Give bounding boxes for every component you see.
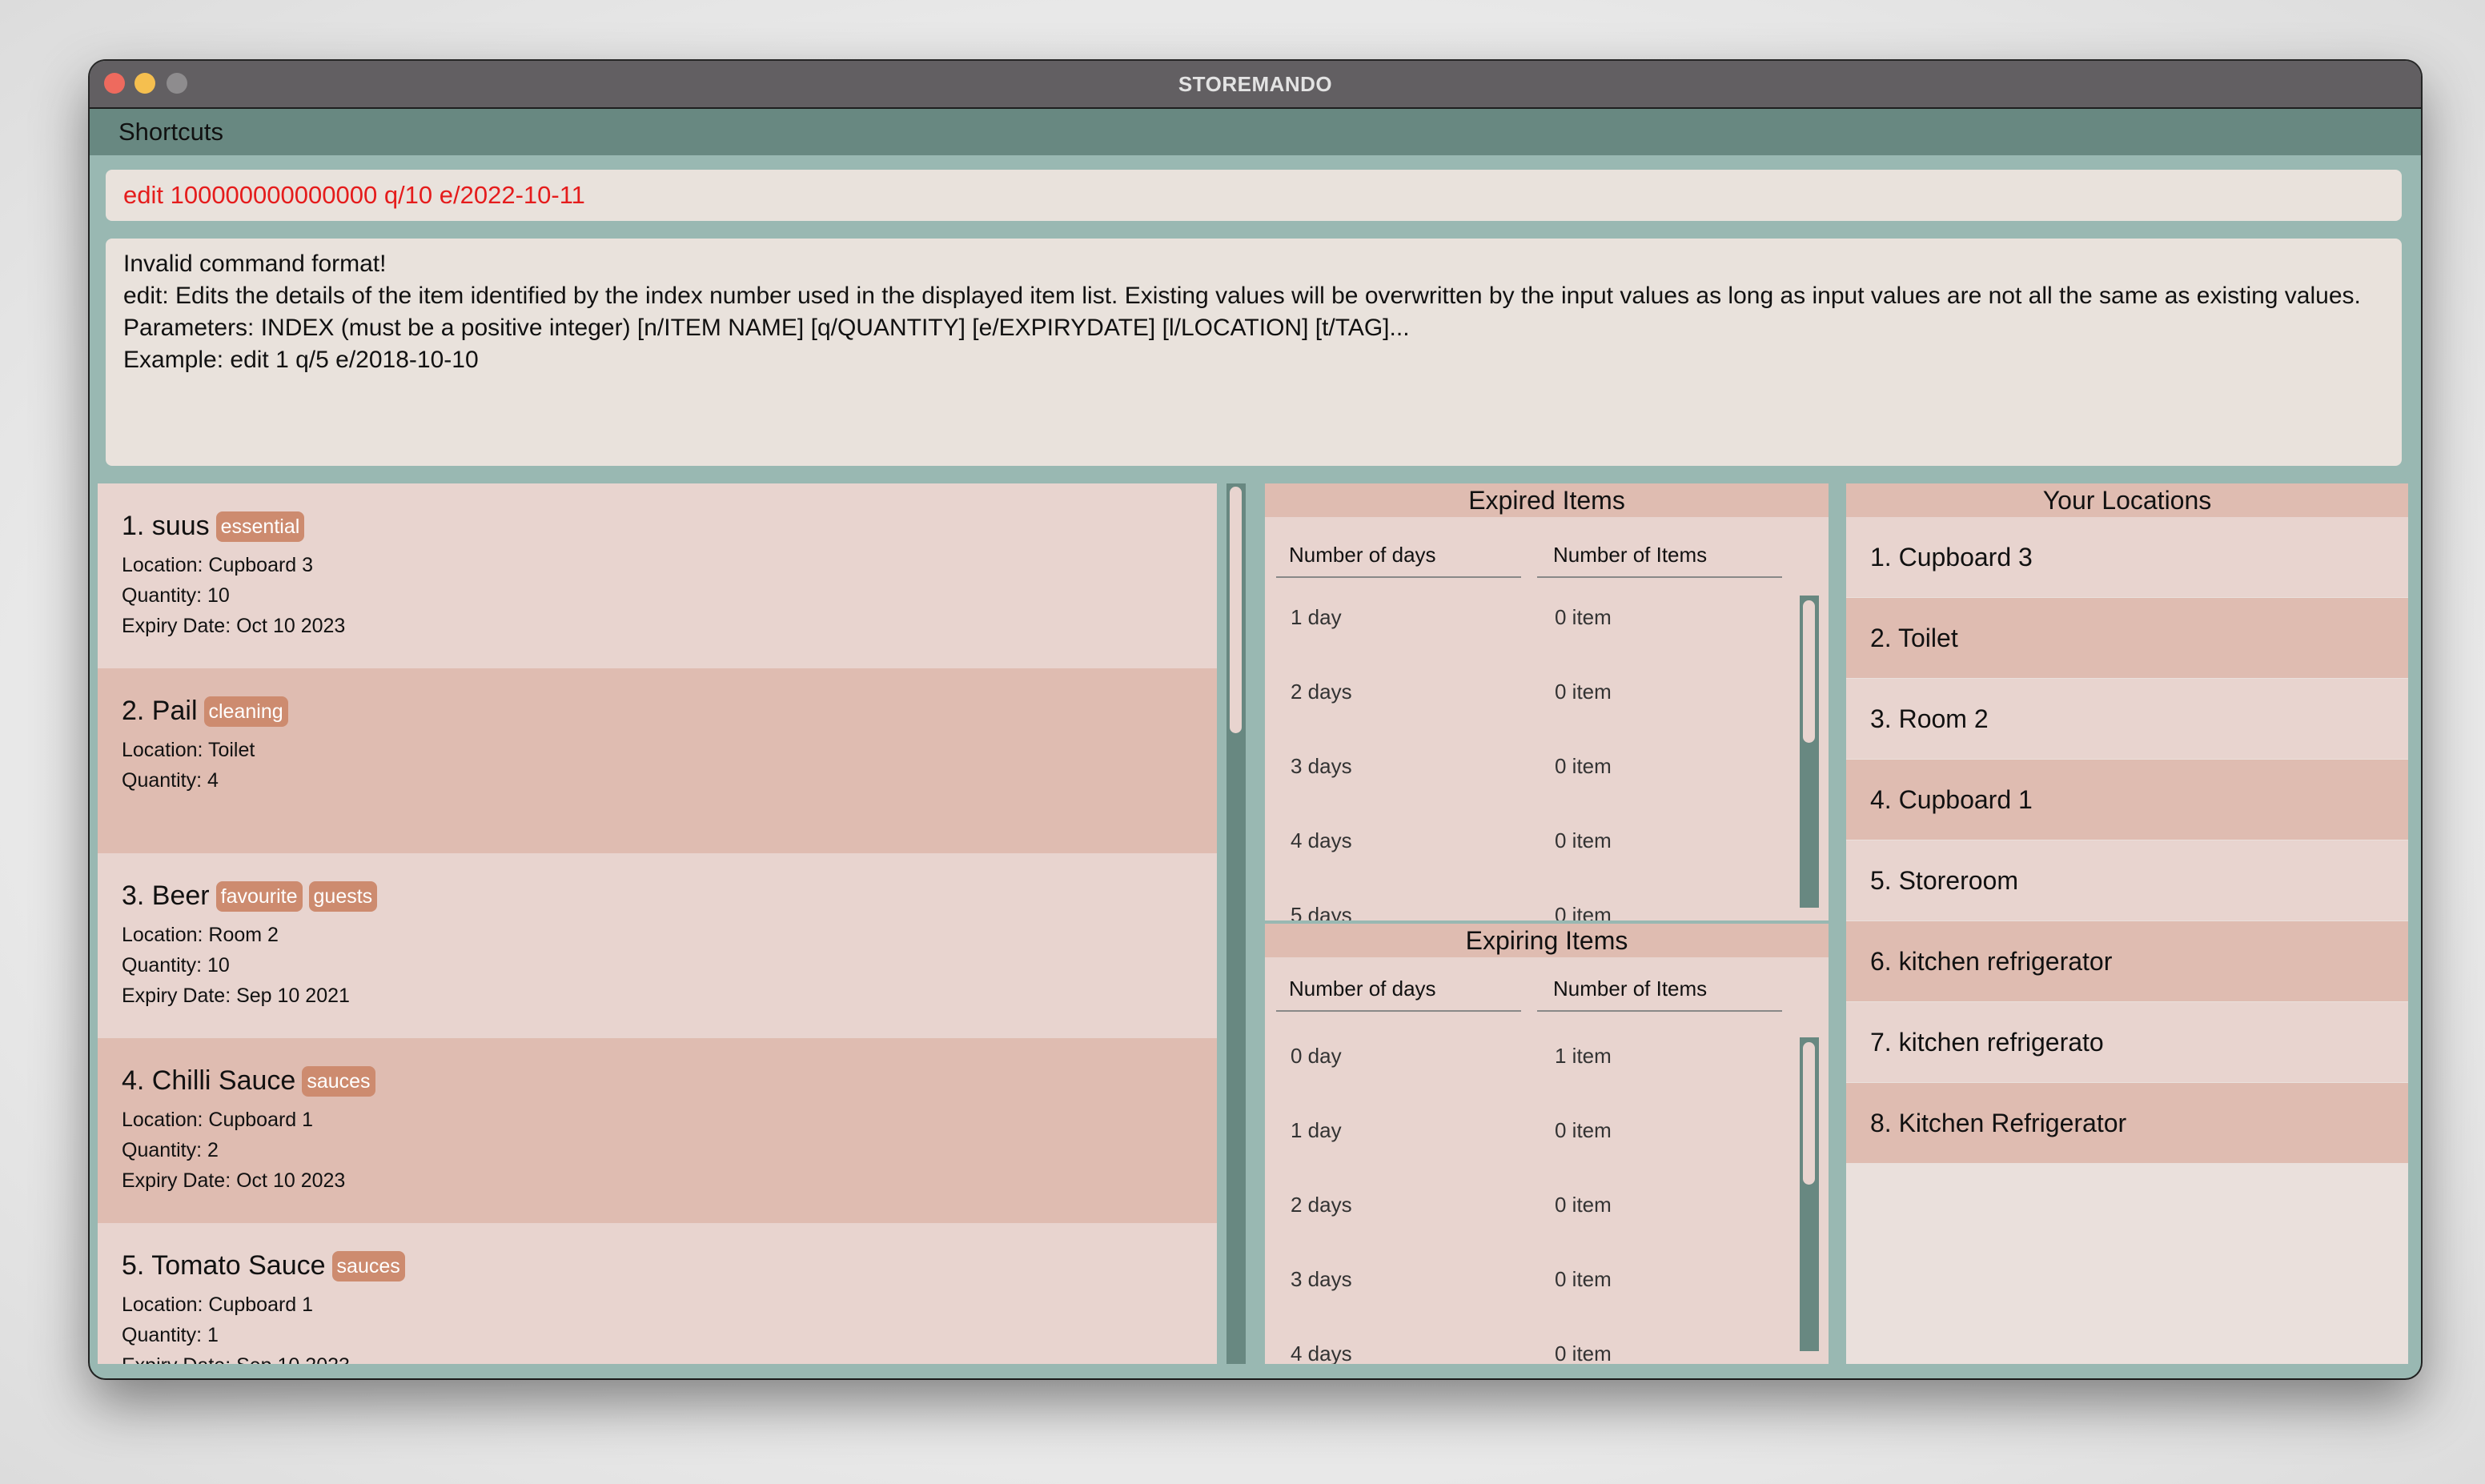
item-card[interactable]: 2. Pail cleaning Location: Toilet Quantity:… [98,668,1217,853]
item-title: 5. Tomato Sauce sauces [122,1250,405,1281]
expired-items-header: Expired Items [1265,483,1829,517]
days-cell: 4 days [1291,828,1352,852]
window-title: STOREMANDO [1178,72,1333,96]
item-tag: essential [215,511,305,542]
count-cell: 0 item [1555,680,1612,704]
count-cell: 0 item [1555,754,1612,778]
item-quantity: Quantity: 1 [122,1324,219,1346]
item-expiry: Expiry Date: Sep 10 2021 [122,985,350,1007]
item-title: 1. suus essential [122,511,305,542]
column-divider [1276,1010,1521,1012]
item-expiry: Expiry Date: Sep 10 2023 [122,1354,350,1364]
menu-shortcuts[interactable]: Shortcuts [118,109,223,155]
item-location: Location: Cupboard 3 [122,554,314,576]
item-name: 5. Tomato Sauce [122,1250,326,1281]
result-line: edit: Edits the details of the item iden… [123,283,2361,309]
expiry-panel: Expired Items Number of days Number of It… [1265,483,1829,1364]
days-cell: 5 days [1291,903,1352,920]
expired-scrollbar[interactable] [1800,596,1819,908]
result-line: Parameters: INDEX (must be a positive in… [123,315,1410,341]
item-tag: favourite [215,880,303,912]
item-location: Location: Room 2 [122,924,279,946]
location-item[interactable]: 6. kitchen refrigerator [1846,921,2408,1001]
result-text: Invalid command format! edit: Edits the d… [123,248,2386,376]
count-cell: 0 item [1555,1267,1612,1291]
days-cell: 3 days [1291,754,1352,778]
days-cell: 1 day [1291,1118,1342,1142]
location-item[interactable]: 4. Cupboard 1 [1846,760,2408,840]
count-cell: 0 item [1555,605,1612,629]
item-location: Location: Cupboard 1 [122,1109,314,1131]
item-tag: cleaning [203,696,288,727]
days-cell: 3 days [1291,1267,1352,1291]
count-cell: 1 item [1555,1044,1612,1068]
item-name: 1. suus [122,511,210,541]
result-display: Invalid command format! edit: Edits the d… [106,239,2402,466]
app-window: STOREMANDO Shortcuts Invalid command for… [90,61,2421,1378]
item-card[interactable]: 3. Beer favourite guests Location: Room 2 Qu… [98,853,1217,1038]
expiring-items-header: Expiring Items [1265,924,1829,957]
item-title: 2. Pail cleaning [122,696,288,727]
count-cell: 0 item [1555,1342,1612,1364]
item-quantity: Quantity: 2 [122,1139,219,1161]
column-header[interactable]: Number of days [1289,543,1436,568]
result-line: Invalid command format! [123,251,387,277]
item-title: 4. Chilli Sauce sauces [122,1065,375,1097]
item-list-scrollbar-thumb[interactable] [1230,487,1242,733]
count-cell: 0 item [1555,903,1612,920]
location-item[interactable]: 5. Storeroom [1846,840,2408,920]
title-bar: STOREMANDO [90,61,2421,109]
column-header[interactable]: Number of days [1289,977,1436,1001]
count-cell: 0 item [1555,1118,1612,1142]
command-input[interactable] [123,170,2381,221]
expiring-scrollbar[interactable] [1800,1037,1819,1351]
item-name: 3. Beer [122,880,210,911]
expiring-scrollbar-thumb[interactable] [1803,1042,1815,1185]
item-quantity: Quantity: 10 [122,584,230,607]
column-divider [1276,576,1521,578]
location-item[interactable]: 7. kitchen refrigerato [1846,1002,2408,1082]
menu-bar: Shortcuts [90,109,2421,155]
location-item[interactable]: 3. Room 2 [1846,679,2408,759]
item-list-scrollbar[interactable] [1226,483,1246,1364]
item-quantity: Quantity: 10 [122,954,230,977]
count-cell: 0 item [1555,828,1612,852]
item-expiry: Expiry Date: Oct 10 2023 [122,1169,346,1192]
item-card[interactable]: 1. suus essential Location: Cupboard 3 Quan… [98,483,1217,668]
item-location: Location: Cupboard 1 [122,1293,314,1316]
item-tag: guests [308,880,378,912]
item-title: 3. Beer favourite guests [122,880,378,912]
days-cell: 2 days [1291,680,1352,704]
column-divider [1537,576,1782,578]
days-cell: 2 days [1291,1193,1352,1217]
count-cell: 0 item [1555,1193,1612,1217]
item-card[interactable]: 4. Chilli Sauce sauces Location: Cupboard … [98,1038,1217,1223]
result-line: Example: edit 1 q/5 e/2018-10-10 [123,347,479,373]
command-box [106,170,2402,221]
days-cell: 1 day [1291,605,1342,629]
item-tag: sauces [331,1250,405,1281]
expired-items-table[interactable]: Number of days Number of Items 1 day 0 item… [1265,517,1829,920]
item-location: Location: Toilet [122,739,255,761]
days-cell: 0 day [1291,1044,1342,1068]
item-name: 2. Pail [122,696,198,726]
expiring-items-table[interactable]: Number of days Number of Items 0 day 1 item… [1265,957,1829,1364]
expired-scrollbar-thumb[interactable] [1803,600,1815,743]
item-tag: sauces [302,1065,375,1097]
location-item[interactable]: 8. Kitchen Refrigerator [1846,1083,2408,1163]
location-item[interactable]: 2. Toilet [1846,598,2408,678]
column-header[interactable]: Number of Items [1553,977,1707,1001]
item-list[interactable]: 1. suus essential Location: Cupboard 3 Quan… [98,483,1217,1364]
days-cell: 4 days [1291,1342,1352,1364]
column-header[interactable]: Number of Items [1553,543,1707,568]
item-expiry: Expiry Date: Oct 10 2023 [122,615,346,637]
column-divider [1537,1010,1782,1012]
locations-header: Your Locations [1846,483,2408,517]
item-quantity: Quantity: 4 [122,769,219,792]
location-list[interactable]: Your Locations 1. Cupboard 3 2. Toilet 3. … [1846,483,2408,1364]
item-name: 4. Chilli Sauce [122,1065,296,1096]
location-item[interactable]: 1. Cupboard 3 [1846,517,2408,597]
item-card[interactable]: 5. Tomato Sauce sauces Location: Cupboard … [98,1223,1217,1364]
